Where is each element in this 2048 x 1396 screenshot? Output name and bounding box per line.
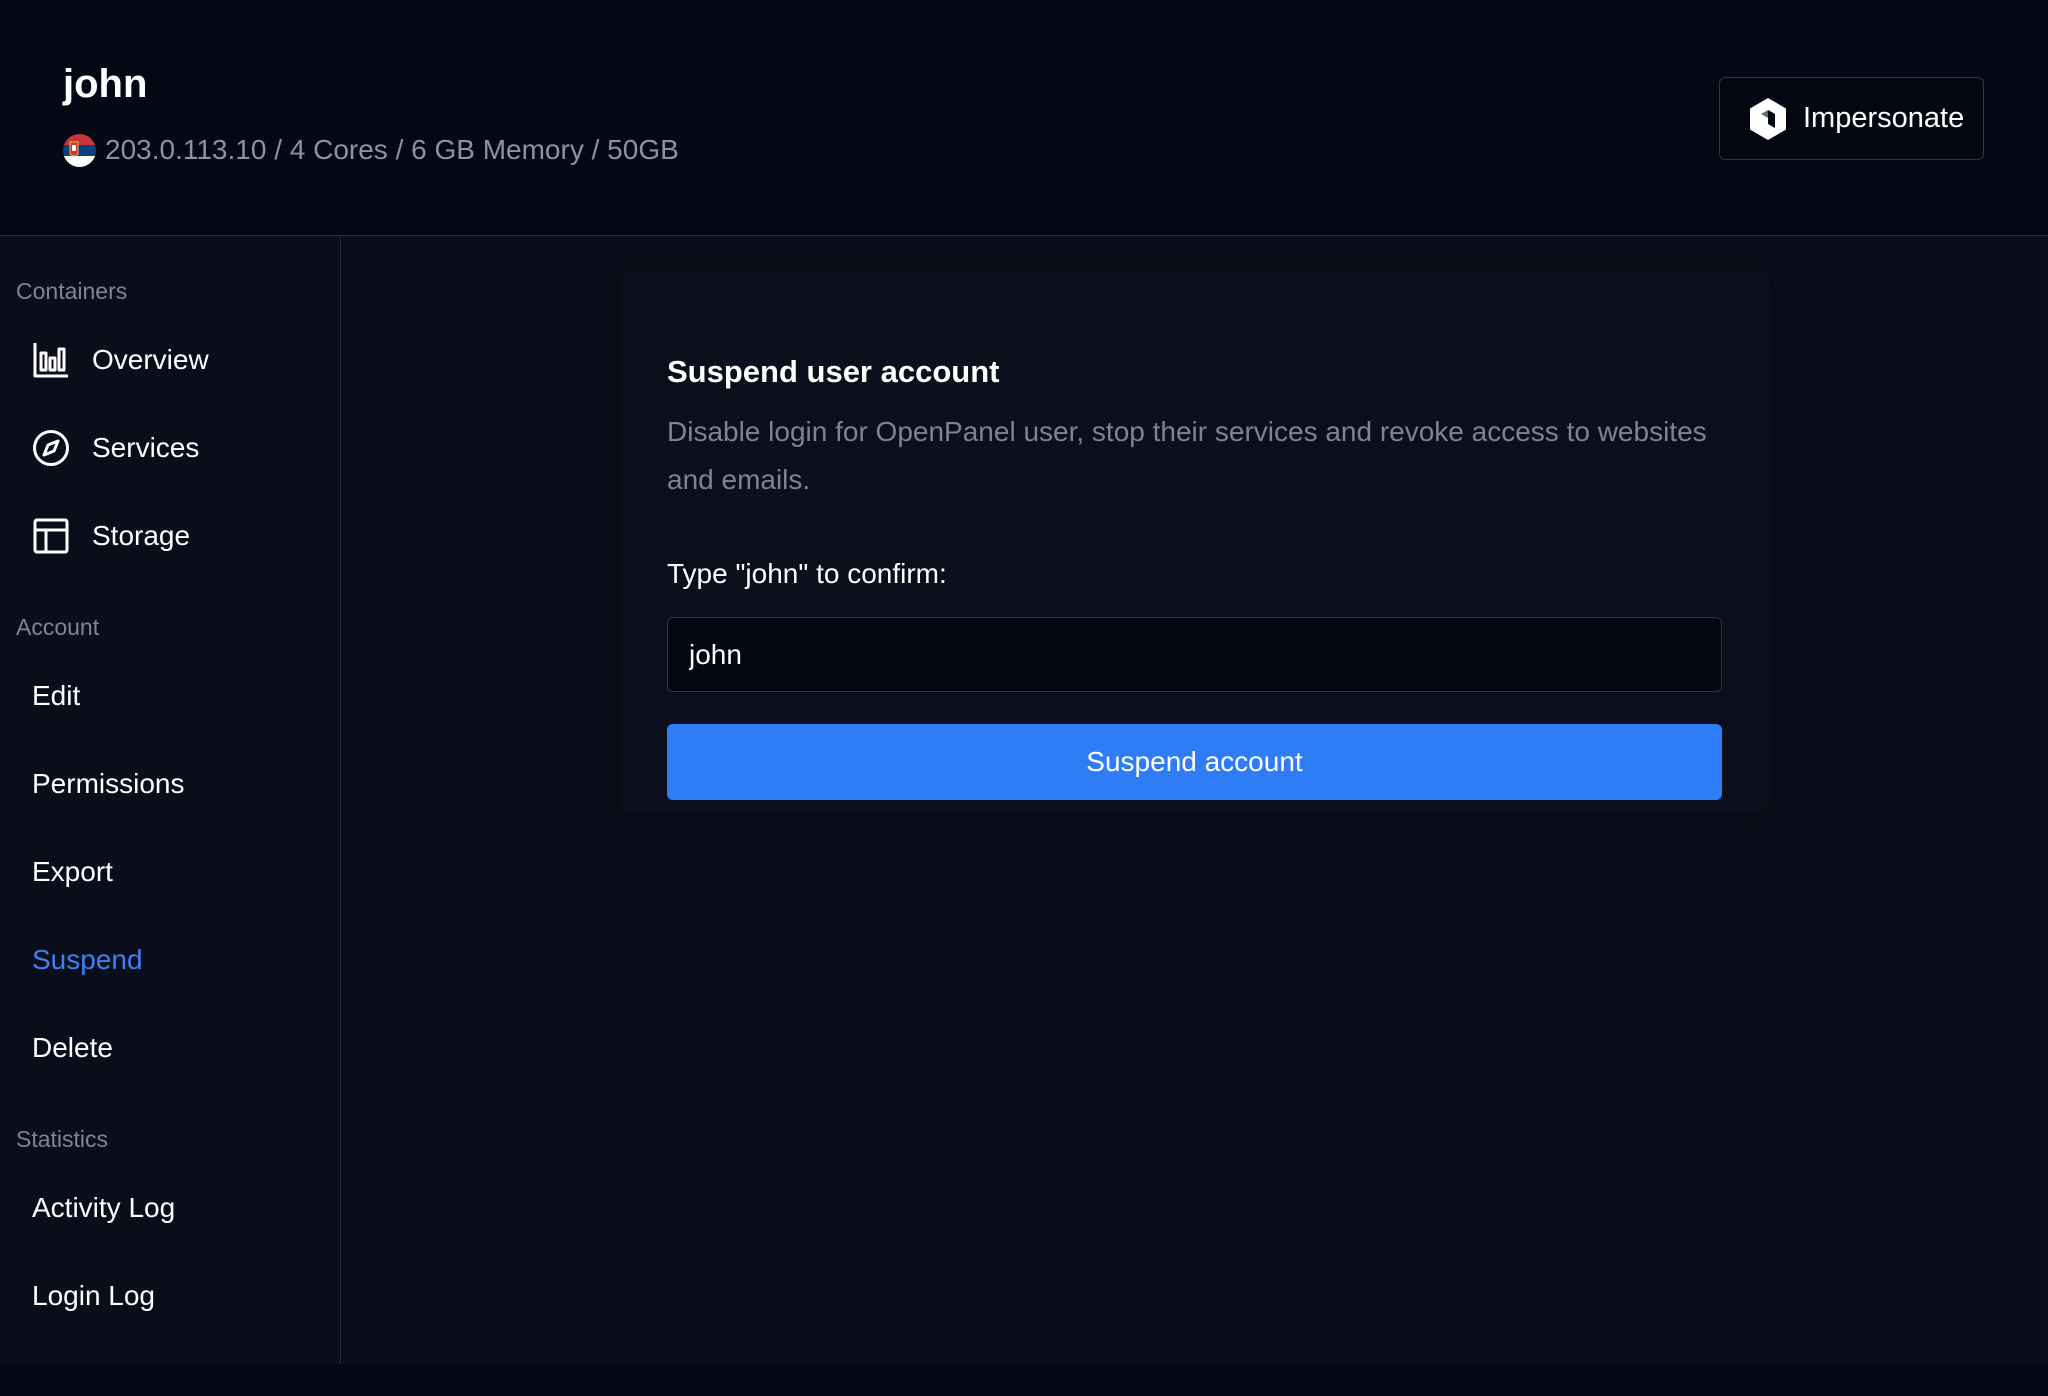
- suspend-account-button[interactable]: Suspend account: [667, 724, 1722, 800]
- confirm-input[interactable]: [667, 617, 1722, 692]
- main-content: Suspend user account Disable login for O…: [342, 236, 2048, 1364]
- cube-icon: [1750, 97, 1786, 140]
- sidebar: Containers Overview Services Storage Acc…: [0, 236, 341, 1364]
- section-label-account: Account: [16, 614, 100, 640]
- suspend-card: Suspend user account Disable login for O…: [620, 272, 1770, 812]
- serbia-flag-icon: [63, 133, 96, 167]
- sidebar-item-label: Overview: [92, 344, 209, 375]
- server-specs: 203.0.113.10 / 4 Cores / 6 GB Memory / 5…: [105, 134, 679, 165]
- sidebar-item-delete[interactable]: Delete: [32, 1026, 113, 1070]
- sidebar-item-label: Edit: [32, 680, 81, 711]
- sidebar-item-storage[interactable]: Storage: [32, 514, 190, 558]
- sidebar-item-label: Storage: [92, 520, 191, 551]
- sidebar-item-activity-log[interactable]: Activity Log: [32, 1186, 175, 1230]
- bar-chart-icon: [33, 343, 68, 378]
- sidebar-item-overview[interactable]: Overview: [32, 338, 209, 382]
- section-label-statistics: Statistics: [16, 1126, 109, 1152]
- confirm-label: Type "john" to confirm:: [667, 558, 947, 589]
- page-header: john 203.0.113.10 / 4 Cores / 6 GB Memor…: [0, 0, 2048, 236]
- impersonate-label: Impersonate: [1803, 102, 1965, 134]
- sidebar-item-label: Activity Log: [32, 1192, 176, 1223]
- sidebar-item-edit[interactable]: Edit: [32, 674, 80, 718]
- compass-icon: [33, 430, 69, 466]
- sidebar-item-label: Export: [32, 856, 113, 887]
- card-title: Suspend user account: [667, 354, 1000, 389]
- sidebar-item-suspend[interactable]: Suspend: [32, 938, 143, 982]
- section-label-containers: Containers: [16, 278, 128, 304]
- sidebar-item-label: Delete: [32, 1032, 113, 1063]
- card-description: Disable login for OpenPanel user, stop t…: [667, 416, 1707, 495]
- sidebar-item-label: Suspend: [32, 944, 143, 975]
- sidebar-item-label: Login Log: [32, 1280, 156, 1311]
- sidebar-item-label: Services: [92, 432, 200, 463]
- sidebar-item-services[interactable]: Services: [32, 426, 199, 470]
- sidebar-item-export[interactable]: Export: [32, 850, 113, 894]
- sidebar-item-label: Permissions: [32, 768, 185, 799]
- sidebar-item-login-log[interactable]: Login Log: [32, 1274, 155, 1318]
- user-name: john: [63, 62, 148, 106]
- page-footer: [0, 1364, 2048, 1396]
- impersonate-button[interactable]: Impersonate: [1719, 77, 1984, 160]
- sidebar-item-permissions[interactable]: Permissions: [32, 762, 184, 806]
- table-icon: [33, 518, 69, 554]
- user-meta: 203.0.113.10 / 4 Cores / 6 GB Memory / 5…: [63, 128, 679, 172]
